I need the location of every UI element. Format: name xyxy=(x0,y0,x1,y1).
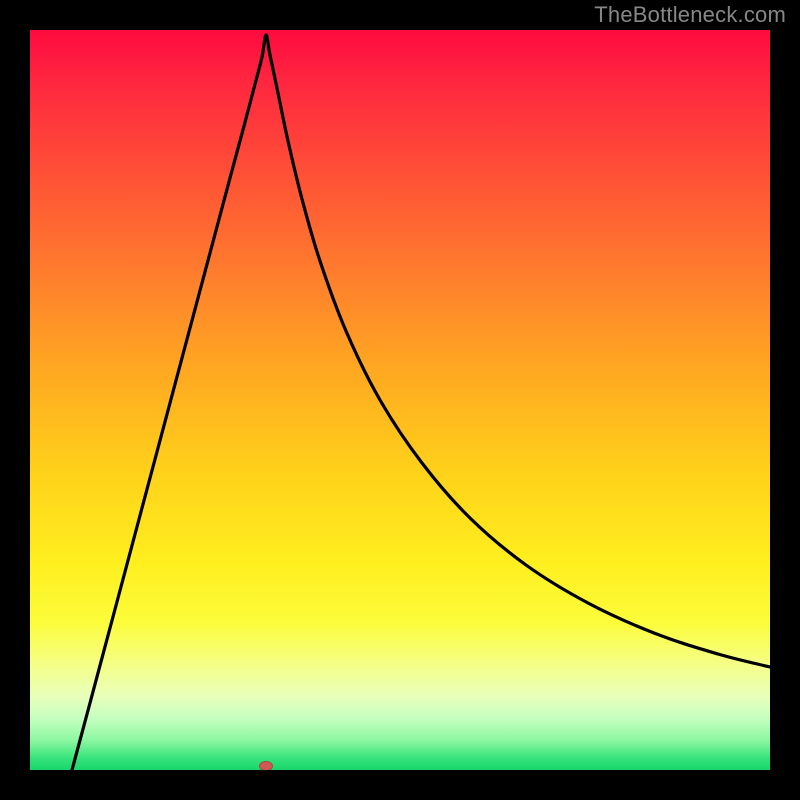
chart-frame: TheBottleneck.com xyxy=(0,0,800,800)
bottleneck-curve xyxy=(30,30,770,770)
watermark-text: TheBottleneck.com xyxy=(594,2,786,28)
minimum-marker-icon xyxy=(259,761,273,770)
plot-area xyxy=(30,30,770,770)
